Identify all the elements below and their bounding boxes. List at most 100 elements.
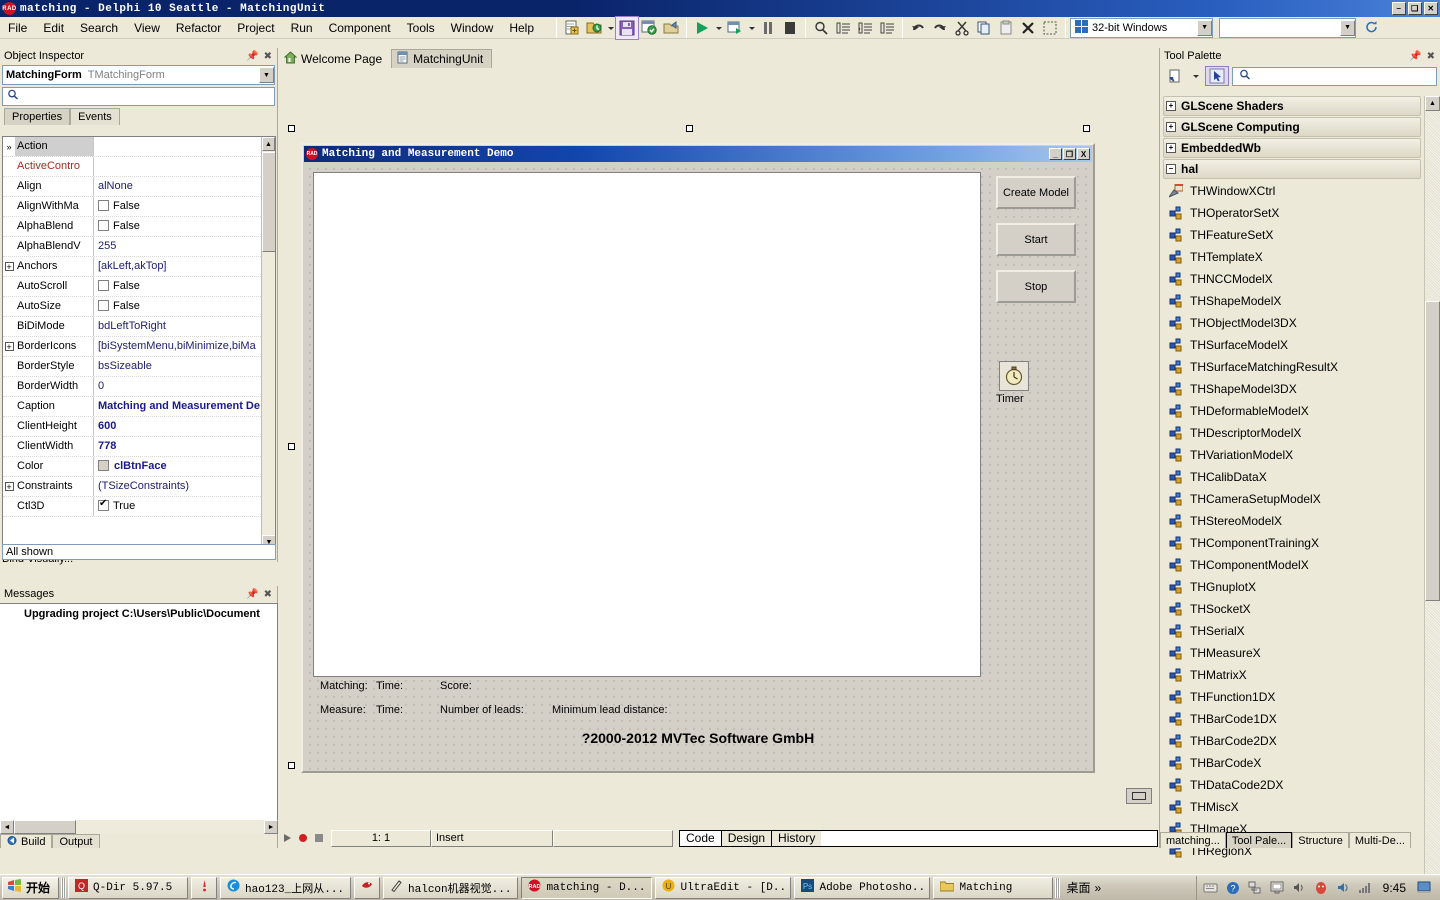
taskbar-grip-2[interactable] <box>1055 877 1061 898</box>
form-maximize-button[interactable]: ❐ <box>1063 148 1076 160</box>
property-search-box[interactable] <box>2 87 275 106</box>
tab-welcome-page[interactable]: Welcome Page <box>279 49 391 68</box>
menu-view[interactable]: View <box>126 18 168 38</box>
collapse-icon[interactable]: – <box>1166 164 1176 174</box>
taskbar-button[interactable]: hao123_上网从... <box>220 876 352 899</box>
pin-icon[interactable]: 📌 <box>246 589 258 600</box>
taskbar-button[interactable]: Q Q-Dir 5.97.5 <box>68 876 189 899</box>
config-combo[interactable]: ▼ <box>1219 17 1357 38</box>
desktop-chevron-icon[interactable]: » <box>1095 881 1102 895</box>
cut-icon[interactable] <box>951 17 973 39</box>
palette-category[interactable]: + GLScene Shaders <box>1163 96 1421 116</box>
toggle-icon[interactable] <box>876 17 898 39</box>
record-icon[interactable] <box>295 827 311 849</box>
form-close-button[interactable]: X <box>1077 148 1090 160</box>
property-row[interactable]: Ctl3D True <box>3 497 275 517</box>
property-row[interactable]: ClientHeight 600 <box>3 417 275 437</box>
save-icon[interactable] <box>615 15 640 40</box>
copy-icon[interactable] <box>973 17 995 39</box>
property-value[interactable]: [akLeft,akTop] <box>93 257 275 276</box>
property-row[interactable]: ClientWidth 778 <box>3 437 275 457</box>
palette-item[interactable]: THComponentModelX <box>1163 554 1421 576</box>
menu-refactor[interactable]: Refactor <box>168 18 229 38</box>
property-row[interactable]: Caption Matching and Measurement De <box>3 397 275 417</box>
palette-item[interactable]: THSocketX <box>1163 598 1421 620</box>
property-checkbox[interactable] <box>98 280 109 291</box>
stop-icon[interactable] <box>779 17 801 39</box>
palette-category[interactable]: + EmbeddedWb <box>1163 138 1421 158</box>
palette-item[interactable]: THNCCModelX <box>1163 268 1421 290</box>
property-value[interactable]: False <box>93 277 275 296</box>
paste-icon[interactable] <box>995 17 1017 39</box>
property-value[interactable]: 255 <box>93 237 275 256</box>
taskbar-button[interactable]: Matching <box>933 876 1054 899</box>
property-row[interactable]: BiDiMode bdLeftToRight <box>3 317 275 337</box>
resize-handle-tc[interactable] <box>686 125 693 132</box>
scroll-left-arrow[interactable]: ◄ <box>0 820 14 834</box>
maximize-button[interactable]: ❑ <box>1408 2 1422 15</box>
taskbar-button[interactable]: Ps Adobe Photosho... <box>794 876 931 899</box>
resize-handle-tr[interactable] <box>1083 125 1090 132</box>
property-value[interactable]: clBtnFace <box>93 457 275 476</box>
property-row[interactable]: Color clBtnFace <box>3 457 275 477</box>
property-row[interactable]: AlphaBlend False <box>3 217 275 237</box>
run-icon[interactable] <box>691 17 713 39</box>
design-form-window[interactable]: RAD Matching and Measurement Demo _ ❐ X … <box>301 143 1095 773</box>
tab-output[interactable]: Output <box>52 834 100 848</box>
scroll-right-arrow[interactable]: ► <box>264 820 278 834</box>
tab-build[interactable]: Build <box>0 834 53 848</box>
property-value[interactable]: True <box>93 497 275 516</box>
palette-item[interactable]: THSurfaceModelX <box>1163 334 1421 356</box>
palette-item[interactable]: THDescriptorModelX <box>1163 422 1421 444</box>
taskbar-grip[interactable] <box>61 877 67 898</box>
close-icon[interactable]: ✖ <box>1427 51 1435 62</box>
desktop-toolbar[interactable]: 桌面 » <box>1062 877 1105 899</box>
outdent-icon[interactable] <box>854 17 876 39</box>
menu-window[interactable]: Window <box>443 18 502 38</box>
property-value[interactable]: 778 <box>93 437 275 456</box>
taskbar-button[interactable]: halcon机器视觉... <box>383 876 519 899</box>
property-checkbox[interactable] <box>98 498 109 511</box>
minimize-button[interactable]: – <box>1392 2 1406 15</box>
search-input[interactable] <box>23 90 253 103</box>
tool-palette-search-input[interactable] <box>1255 70 1435 82</box>
redo-icon[interactable] <box>929 17 951 39</box>
monitor-icon[interactable] <box>1269 880 1285 896</box>
property-row[interactable]: + Anchors [akLeft,akTop] <box>3 257 275 277</box>
help-icon[interactable]: ? <box>1225 880 1241 896</box>
taskbar-clock[interactable]: 9:45 <box>1379 881 1410 895</box>
messages-horizontal-scrollbar[interactable]: ◄ ► <box>0 820 278 834</box>
select-all-icon[interactable] <box>1039 17 1061 39</box>
palette-item[interactable]: THTemplateX <box>1163 246 1421 268</box>
palette-item[interactable]: THSerialX <box>1163 620 1421 642</box>
property-row[interactable]: » Action <box>3 137 275 157</box>
palette-item[interactable]: THMiscX <box>1163 796 1421 818</box>
tab-design[interactable]: Design <box>720 829 773 847</box>
volume-icon[interactable] <box>1335 880 1351 896</box>
palette-item[interactable]: THCalibDataX <box>1163 466 1421 488</box>
refresh-icon[interactable] <box>1360 17 1382 39</box>
property-row[interactable]: BorderWidth 0 <box>3 377 275 397</box>
palette-item[interactable]: THDeformableModelX <box>1163 400 1421 422</box>
palette-item[interactable]: THFunction1DX <box>1163 686 1421 708</box>
palette-item[interactable]: THWindowXCtrl <box>1163 180 1421 202</box>
expand-icon[interactable]: + <box>3 257 15 276</box>
palette-item[interactable]: THMatrixX <box>1163 664 1421 686</box>
palette-item[interactable]: THCameraSetupModelX <box>1163 488 1421 510</box>
run-without-debugging-icon[interactable] <box>724 17 746 39</box>
property-checkbox[interactable] <box>98 220 109 231</box>
pause-icon[interactable] <box>757 17 779 39</box>
property-value[interactable]: False <box>93 217 275 236</box>
delete-icon[interactable] <box>1017 17 1039 39</box>
halcon-window-control[interactable] <box>313 172 981 677</box>
palette-item[interactable]: THStereoModelX <box>1163 510 1421 532</box>
property-row[interactable]: AlphaBlendV 255 <box>3 237 275 257</box>
palette-item[interactable]: THBarCode2DX <box>1163 730 1421 752</box>
qq-icon[interactable] <box>1313 880 1329 896</box>
row-marker[interactable]: » <box>3 137 15 156</box>
property-checkbox[interactable] <box>98 200 109 211</box>
palette-item[interactable]: THOperatorSetX <box>1163 202 1421 224</box>
palette-item[interactable]: THBarCode1DX <box>1163 708 1421 730</box>
property-checkbox[interactable] <box>98 300 109 311</box>
palette-item[interactable]: THMeasureX <box>1163 642 1421 664</box>
